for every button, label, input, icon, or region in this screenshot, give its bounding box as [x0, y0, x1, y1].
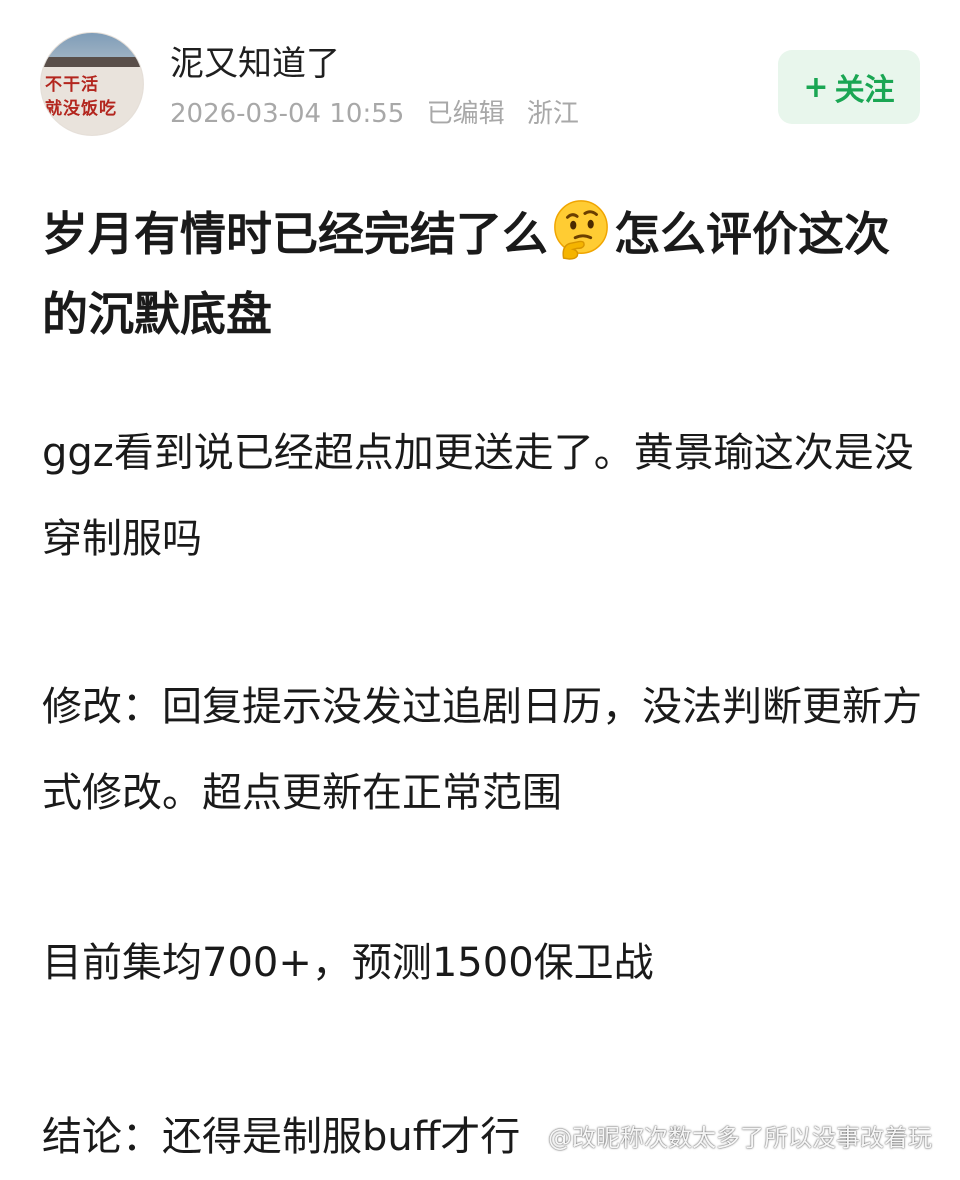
- plus-icon: +: [803, 69, 829, 105]
- follow-button[interactable]: + 关注: [778, 50, 920, 124]
- post-paragraph-1: ggz看到说已经超点加更送走了。黄景瑜这次是没穿制服吗: [42, 430, 914, 562]
- post-meta: 2026-03-04 10:55 已编辑 浙江: [170, 96, 593, 132]
- post-paragraph-2: 修改：回复提示没发过追剧日历，没法判断更新方式修改。超点更新在正常范围: [42, 684, 922, 816]
- post-timestamp: 2026-03-04 10:55: [170, 99, 405, 129]
- edited-label: 已编辑: [426, 99, 505, 129]
- post-title-part1: 岁月有情时已经完结了么: [42, 207, 548, 261]
- author-avatar[interactable]: 不干活 就没饭吃: [40, 32, 144, 136]
- follow-label: 关注: [834, 73, 895, 108]
- avatar-sign-line-1: 不干活: [45, 75, 99, 95]
- weibo-watermark: @改昵称次数太多了所以没事改着玩: [548, 1124, 932, 1152]
- avatar-sign-line-2: 就没饭吃: [45, 99, 117, 119]
- author-name[interactable]: 泥又知道了: [170, 42, 340, 86]
- thinking-face-icon: [554, 200, 608, 260]
- post-title: 岁月有情时已经完结了么 怎么评价这次的沉默底盘: [42, 194, 922, 354]
- post-header: 不干活 就没饭吃 泥又知道了 2026-03-04 10:55 已编辑 浙江 +…: [40, 32, 920, 144]
- avatar-sign: 不干活 就没饭吃: [45, 73, 141, 121]
- post-location: 浙江: [526, 99, 579, 129]
- avatar-roof: [41, 57, 143, 67]
- post-paragraph-3: 目前集均700+，预测1500保卫战: [42, 940, 654, 986]
